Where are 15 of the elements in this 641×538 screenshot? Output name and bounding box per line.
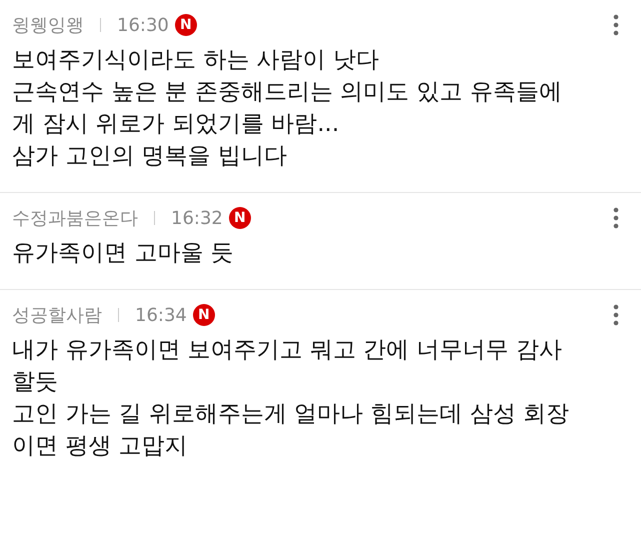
new-badge: N <box>192 304 215 326</box>
comment-time: 16:30 <box>117 14 169 36</box>
more-options-icon[interactable] <box>613 207 619 229</box>
comment-text: 보여주기식이라도 하는 사람이 낫다 근속연수 높은 분 존중해드리는 의미도 있고 유족들에 게 잠시 위로가 되었기를 바람... 삼가 고인의 명복을 빕니다 <box>12 46 563 171</box>
comment-time: 16:32 <box>171 208 223 228</box>
more-options-icon[interactable] <box>613 14 619 36</box>
more-options-icon[interactable] <box>613 304 619 326</box>
new-badge: N <box>228 207 251 229</box>
comment-text: 유가족이면 고마울 듯 <box>12 239 235 268</box>
comment-author: 수정과붐은온다 <box>12 207 138 230</box>
comment-author: 성공할사람 <box>12 304 102 327</box>
new-badge: N <box>174 14 197 36</box>
comment-time: 16:34 <box>135 304 187 326</box>
comment-author: 윙웽잉왱 <box>12 14 84 37</box>
comment-text: 내가 유가족이면 보여주기고 뭐고 간에 너무너무 감사 할듯 고인 가는 길 위로해주는게 얼마나 힘되는데 삼성 회장 이면 평생 고맙지 <box>12 336 570 461</box>
